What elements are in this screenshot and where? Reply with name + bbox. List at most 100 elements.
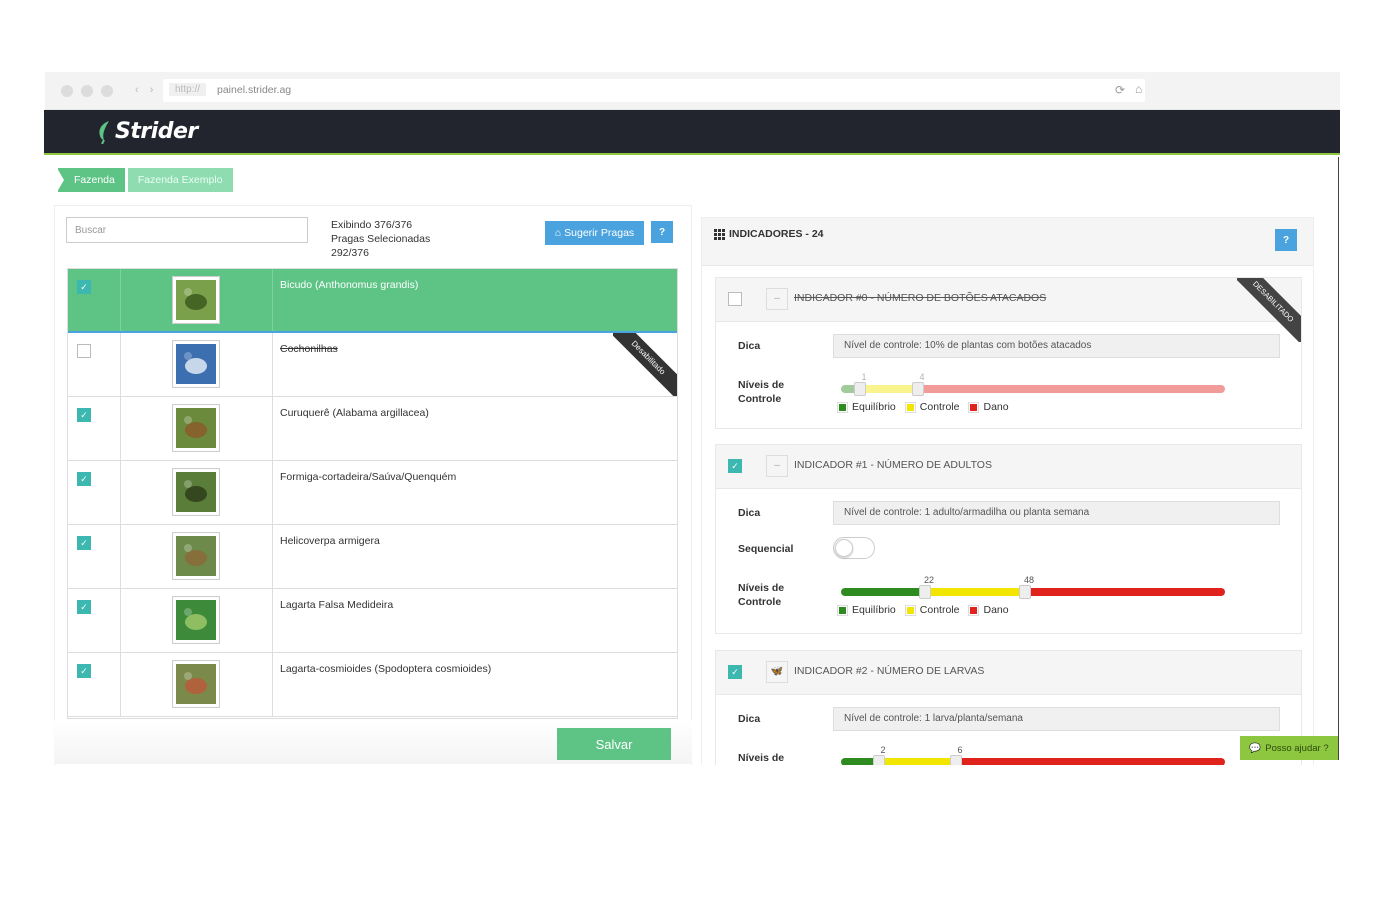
- pest-name: Lagarta-cosmioides (Spodoptera cosmioide…: [280, 663, 492, 675]
- suggest-pests-button[interactable]: ⌂ Sugerir Pragas: [545, 221, 644, 245]
- indicator-icon[interactable]: –: [766, 288, 788, 310]
- sequencial-label: Sequencial: [738, 543, 794, 555]
- pest-thumb-cell: [121, 525, 273, 588]
- pest-photo: [172, 276, 220, 324]
- pest-check-cell: ✓: [68, 525, 121, 588]
- indicator-card: – INDICADOR #0 - NÚMERO DE BOTÕES ATACADO…: [715, 277, 1302, 429]
- browser-toolbar: ‹ › http:// painel.strider.ag ⟳ ⌂: [45, 72, 1340, 110]
- pest-photo: [172, 532, 220, 580]
- reload-icon[interactable]: ⟳: [1115, 83, 1125, 97]
- pest-checkbox[interactable]: ✓: [77, 600, 91, 614]
- pests-table: ✓ Bicudo (Anthonomus grandis) Cochonilhas D…: [67, 268, 678, 719]
- high-threshold-handle[interactable]: [912, 382, 924, 396]
- legend-swatch: [837, 604, 848, 616]
- suggest-pests-label: Sugerir Pragas: [564, 227, 635, 239]
- controle-segment: [879, 758, 956, 765]
- strider-logo[interactable]: Strider: [96, 119, 198, 144]
- search-input[interactable]: [66, 217, 308, 243]
- indicator-checkbox[interactable]: ✓: [728, 665, 742, 679]
- pest-row[interactable]: ✓ Formiga-cortadeira/Saúva/Quenquém: [68, 461, 677, 525]
- pest-row[interactable]: ✓ Curuquerê (Alabama argillacea): [68, 397, 677, 461]
- indicator-checkbox[interactable]: [728, 292, 742, 306]
- niveis-label-line1: Níveis de: [738, 379, 785, 391]
- disabled-ribbon-label: Desabilitado: [613, 333, 677, 396]
- pest-name: Curuquerê (Alabama argillacea): [280, 407, 429, 419]
- high-threshold-label: 48: [1023, 575, 1034, 585]
- app-header: Strider: [44, 110, 1340, 155]
- dica-field[interactable]: Nível de controle: 1 larva/planta/semana: [833, 707, 1280, 731]
- niveis-label: Níveis deControle: [738, 751, 784, 765]
- pest-check-cell: ✓: [68, 269, 121, 331]
- pest-checkbox[interactable]: ✓: [77, 408, 91, 422]
- low-threshold-handle[interactable]: [873, 755, 885, 765]
- dano-segment: [918, 385, 1225, 393]
- control-levels-slider[interactable]: 14: [841, 372, 1225, 396]
- low-threshold-handle[interactable]: [919, 585, 931, 599]
- pest-row[interactable]: ✓ Helicoverpa armigera: [68, 525, 677, 589]
- control-levels-slider[interactable]: 22 48: [841, 575, 1225, 599]
- address-bar[interactable]: http:// painel.strider.ag: [163, 79, 1145, 102]
- breadcrumb-fazenda[interactable]: Fazenda: [57, 168, 125, 192]
- dica-field[interactable]: Nível de controle: 10% de plantas com bo…: [833, 334, 1280, 358]
- save-button[interactable]: Salvar: [557, 728, 671, 760]
- home-icon[interactable]: ⌂: [1135, 82, 1142, 96]
- low-threshold-label: 1: [861, 372, 867, 382]
- dica-label: Dica: [738, 713, 761, 725]
- caterpillar-photo-icon: [176, 408, 216, 448]
- pest-thumb-cell: [121, 589, 273, 652]
- pest-checkbox[interactable]: ✓: [77, 280, 91, 294]
- dica-field[interactable]: Nível de controle: 1 adulto/armadilha ou…: [833, 501, 1280, 525]
- pest-thumb-cell: [121, 653, 273, 716]
- control-levels-slider[interactable]: 26: [841, 745, 1225, 765]
- legend-label: Dano: [983, 604, 1009, 616]
- dica-label: Dica: [738, 507, 761, 519]
- indicator-title: INDICADOR #0 - NÚMERO DE BOTÕES ATACADOS: [794, 292, 1047, 304]
- niveis-label-line1: Níveis de: [738, 752, 785, 764]
- ant-photo-icon: [176, 472, 216, 512]
- indicator-icon[interactable]: 🦋: [766, 661, 788, 683]
- indicator-icon[interactable]: –: [766, 455, 788, 477]
- breadcrumb-fazenda-exemplo[interactable]: Fazenda Exemplo: [127, 168, 233, 192]
- chat-icon: 💬: [1249, 742, 1262, 754]
- pest-thumb-cell: [121, 461, 273, 524]
- indicators-title: INDICADORES - 24: [714, 228, 824, 240]
- niveis-label-line1: Níveis de: [738, 582, 785, 594]
- pest-row[interactable]: Cochonilhas Desabilitado: [68, 333, 677, 397]
- low-threshold-handle[interactable]: [854, 382, 866, 396]
- sequencial-toggle[interactable]: [833, 537, 875, 559]
- high-threshold-handle[interactable]: [1019, 585, 1031, 599]
- pest-check-cell: ✓: [68, 397, 121, 460]
- legend-swatch: [968, 604, 980, 616]
- window-minimize-dot[interactable]: [81, 85, 93, 97]
- pests-help-button[interactable]: ?: [651, 221, 673, 243]
- window-close-dot[interactable]: [61, 85, 73, 97]
- pest-row[interactable]: ✓ Lagarta Falsa Medideira: [68, 589, 677, 653]
- equilibrio-segment: [841, 588, 925, 596]
- disabled-ribbon: Desabilitado: [613, 333, 677, 396]
- pest-row[interactable]: ✓ Bicudo (Anthonomus grandis): [68, 269, 677, 333]
- selection-stats: Exibindo 376/376 Pragas Selecionadas 292…: [331, 218, 430, 260]
- pest-checkbox[interactable]: ✓: [77, 536, 91, 550]
- legend-label: Equilíbrio: [852, 604, 896, 616]
- pest-checkbox[interactable]: ✓: [77, 664, 91, 678]
- toggle-knob: [835, 539, 853, 557]
- indicator-header: ✓ – INDICADOR #1 - NÚMERO DE ADULTOS: [716, 445, 1301, 489]
- high-threshold-handle[interactable]: [950, 755, 962, 765]
- back-forward-icon[interactable]: ‹ ›: [135, 84, 157, 96]
- looper-photo-icon: [176, 600, 216, 640]
- legend-swatch: [837, 401, 848, 413]
- indicator-checkbox[interactable]: ✓: [728, 459, 742, 473]
- pest-photo: [172, 596, 220, 644]
- legend-label: Dano: [983, 401, 1009, 413]
- pest-checkbox[interactable]: [77, 344, 91, 358]
- url-text: painel.strider.ag: [217, 84, 292, 96]
- pest-checkbox[interactable]: ✓: [77, 472, 91, 486]
- stats-showing: Exibindo 376/376: [331, 219, 413, 231]
- cotton-boll-pest-photo-icon: [176, 280, 216, 320]
- legend-label: Controle: [919, 604, 960, 616]
- pest-thumb-cell: [121, 269, 273, 331]
- window-maximize-dot[interactable]: [101, 85, 113, 97]
- pest-row[interactable]: ✓ Lagarta-cosmioides (Spodoptera cosmioid…: [68, 653, 677, 717]
- indicators-help-button[interactable]: ?: [1275, 229, 1297, 251]
- chat-help-button[interactable]: 💬 Posso ajudar ?: [1240, 736, 1338, 760]
